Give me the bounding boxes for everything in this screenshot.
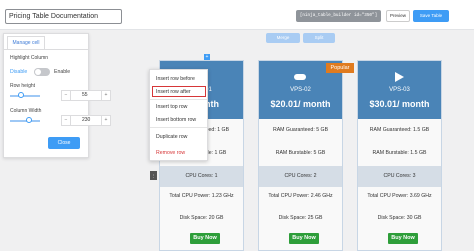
buy-now-button[interactable]: Buy Now	[388, 233, 418, 244]
row-height-slider[interactable]	[10, 95, 40, 97]
highlight-column-label: Highlight Column	[10, 55, 49, 61]
row-drag-handle[interactable]: ⋮	[150, 171, 157, 180]
menu-duplicate-row[interactable]: Duplicate row	[156, 134, 187, 140]
feature-ram-guaranteed: RAM Guaranteed: 1.5 GB	[369, 127, 430, 133]
enable-label: Enable	[54, 69, 71, 75]
plan-name: VPS-03	[389, 87, 410, 93]
table-title-input[interactable]: Pricing Table Documentation	[5, 9, 122, 24]
column-width-slider[interactable]	[10, 120, 40, 122]
menu-divider	[150, 99, 207, 100]
tab-manage-cell[interactable]: Manage cell	[7, 36, 45, 49]
top-bar: Pricing Table Documentation [ninja_table…	[0, 0, 474, 30]
feature-cpu-cores: CPU Cores: 2	[284, 173, 317, 179]
tab-divider	[4, 49, 88, 50]
menu-insert-row-after[interactable]: Insert row after	[156, 89, 191, 95]
feature-cpu-power: Total CPU Power: 1.23 GHz	[169, 193, 234, 199]
play-icon	[393, 70, 405, 82]
column-width-slider-handle[interactable]	[26, 117, 32, 123]
decrement-button[interactable]: −	[62, 116, 71, 125]
row-height-value[interactable]: 55	[82, 91, 88, 100]
column-width-stepper[interactable]: − 230 +	[61, 115, 111, 126]
menu-remove-row[interactable]: Remove row	[156, 150, 185, 156]
disable-label: Disable	[10, 69, 28, 75]
menu-insert-bottom-row[interactable]: Insert bottom row	[156, 117, 196, 123]
menu-insert-row-before[interactable]: Insert row before	[156, 76, 195, 82]
preview-button[interactable]: Preview	[386, 10, 410, 22]
column-settings-icon[interactable]: +	[204, 54, 210, 60]
shortcode-badge[interactable]: [ninja_table_builder id="350"]	[296, 10, 381, 22]
decrement-button[interactable]: −	[62, 91, 71, 100]
menu-divider	[150, 127, 207, 128]
feature-disk-space: Disk Space: 25 GB	[278, 215, 323, 221]
split-button[interactable]: Split	[303, 33, 335, 43]
buy-now-button[interactable]: Buy Now	[289, 233, 319, 244]
popular-badge: Popular	[326, 63, 354, 73]
increment-button[interactable]: +	[101, 116, 110, 125]
gamepad-icon	[294, 70, 306, 82]
menu-insert-top-row[interactable]: Insert top row	[156, 104, 187, 110]
merge-button[interactable]: Merge	[266, 33, 300, 43]
feature-disk-space: Disk Space: 30 GB	[377, 215, 422, 221]
feature-ram-burstable: RAM Burstable: 5 GB	[275, 150, 326, 156]
plan-price: $20.01/ month	[270, 99, 331, 109]
row-height-label: Row height	[10, 83, 36, 89]
column-header: VPS-03 $30.01/ month	[358, 61, 441, 119]
plan-name: VPS-02	[290, 87, 311, 93]
manage-cell-panel: Manage cell Highlight Column Disable Ena…	[3, 33, 111, 158]
feature-ram-guaranteed: RAM Guaranteed: 5 GB	[272, 127, 329, 133]
pricing-column-3: VPS-03 $30.01/ month RAM Guaranteed: 1.5…	[357, 60, 442, 251]
feature-ram-burstable: RAM Burstable: 1.5 GB	[372, 150, 427, 156]
column-width-label: Column Width	[10, 108, 42, 114]
highlight-toggle[interactable]	[34, 68, 50, 76]
increment-button[interactable]: +	[101, 91, 110, 100]
feature-disk-space: Disk Space: 20 GB	[179, 215, 224, 221]
buy-now-button[interactable]: Buy Now	[190, 233, 220, 244]
plan-price: $30.01/ month	[369, 99, 430, 109]
save-table-button[interactable]: Save Table	[413, 10, 449, 22]
feature-cpu-power: Total CPU Power: 3.69 GHz	[367, 193, 432, 199]
column-width-value[interactable]: 230	[82, 116, 90, 125]
feature-cpu-cores: CPU Cores: 3	[383, 173, 416, 179]
close-button[interactable]: Close	[48, 137, 80, 149]
feature-cpu-power: Total CPU Power: 2.46 GHz	[268, 193, 333, 199]
row-height-slider-handle[interactable]	[18, 92, 24, 98]
row-height-stepper[interactable]: − 55 +	[61, 90, 111, 101]
pricing-column-2: VPS-02 $20.01/ month RAM Guaranteed: 5 G…	[258, 60, 343, 251]
feature-cpu-cores: CPU Cores: 1	[185, 173, 218, 179]
row-context-menu: Insert row before Insert row after Inser…	[149, 69, 208, 161]
